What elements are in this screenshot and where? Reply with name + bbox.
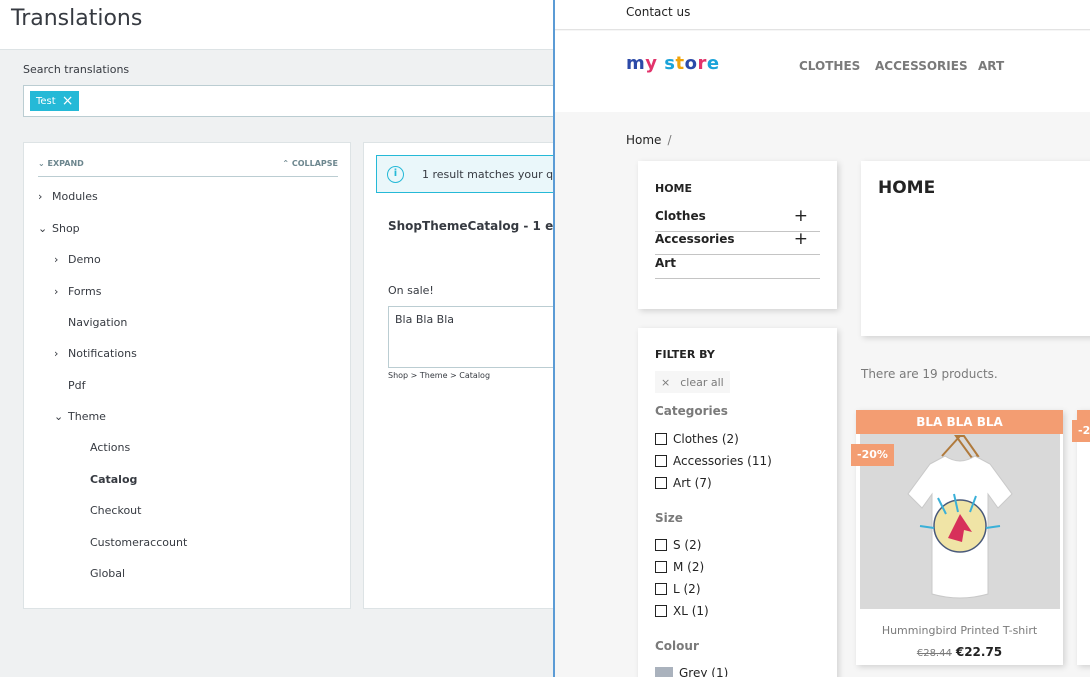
- search-input[interactable]: Test ×: [23, 85, 555, 117]
- checkbox[interactable]: [655, 455, 667, 467]
- info-alert: i 1 result matches your query: [376, 155, 555, 193]
- facet-option[interactable]: M (2): [655, 560, 704, 574]
- checkbox[interactable]: [655, 605, 667, 617]
- product-card[interactable]: BLA BLA BLA -20% Hummingbird Printed T-s…: [851, 410, 1063, 665]
- search-chip[interactable]: Test ×: [30, 91, 80, 111]
- colour-swatch[interactable]: [655, 667, 673, 677]
- admin-header: Translations: [0, 0, 555, 50]
- tree-item-global[interactable]: Global: [90, 567, 125, 580]
- facet-option[interactable]: XL (1): [655, 604, 709, 618]
- current-price: €22.75: [955, 645, 1003, 659]
- tree-item-catalog[interactable]: Catalog: [90, 473, 137, 486]
- translation-tree: ⌄ EXPAND ⌃ COLLAPSE › Modules ⌄ Shop › Demo…: [23, 142, 351, 609]
- chevron-right-icon: ›: [54, 285, 59, 298]
- translation-content: i 1 result matches your query ShopThemeC…: [363, 142, 555, 609]
- breadcrumb-home[interactable]: Home: [626, 133, 661, 147]
- chevron-down-icon: ⌄: [54, 410, 64, 423]
- category-header: HOME: [861, 161, 1090, 336]
- filter-title: FILTER BY: [655, 348, 715, 361]
- category-art[interactable]: Art: [655, 256, 820, 279]
- shop-logo[interactable]: my store: [626, 53, 720, 74]
- checkbox[interactable]: [655, 477, 667, 489]
- facet-option[interactable]: Grey (1): [655, 666, 728, 677]
- old-price: €28.44: [916, 648, 952, 659]
- tree-item-navigation[interactable]: Navigation: [54, 316, 127, 329]
- discount-flag: -20%: [851, 444, 894, 466]
- info-text: 1 result matches your query: [422, 168, 555, 181]
- nav-art[interactable]: ART: [978, 59, 1004, 73]
- plus-icon[interactable]: +: [794, 229, 808, 249]
- domain-title: ShopThemeCatalog - 1 expression: [388, 219, 555, 233]
- facet-colour-title: Colour: [655, 639, 699, 653]
- field-label: On sale!: [388, 284, 434, 297]
- category-title: HOME: [878, 178, 936, 198]
- expand-button[interactable]: ⌄ EXPAND: [38, 159, 84, 168]
- discount-flag: -20%: [1072, 420, 1090, 442]
- facet-option[interactable]: Accessories (11): [655, 454, 772, 468]
- chevron-right-icon: ›: [54, 347, 59, 360]
- facet-categories-title: Categories: [655, 404, 728, 418]
- chevron-right-icon: ›: [54, 253, 59, 266]
- chevron-down-icon: ⌄: [38, 159, 45, 168]
- category-accessories[interactable]: Accessories +: [655, 229, 820, 255]
- close-icon: ×: [661, 375, 671, 389]
- chevron-right-icon: ›: [38, 190, 43, 203]
- tree-item-forms[interactable]: › Forms: [54, 285, 101, 298]
- chevron-up-icon: ⌃: [282, 159, 290, 168]
- breadcrumb: Home /: [626, 133, 672, 147]
- tree-item-pdf[interactable]: Pdf: [54, 379, 86, 392]
- product-card[interactable]: -20%: [1072, 410, 1090, 665]
- info-icon: i: [387, 166, 404, 183]
- tree-item-notifications[interactable]: › Notifications: [54, 347, 137, 360]
- search-label: Search translations: [23, 63, 130, 76]
- category-tree: HOME Clothes + Accessories + Art: [638, 161, 837, 309]
- facet-option[interactable]: Art (7): [655, 476, 712, 490]
- facet-option[interactable]: S (2): [655, 538, 701, 552]
- page-title: Translations: [11, 6, 143, 31]
- category-tree-title: HOME: [655, 182, 693, 195]
- field-path: Shop > Theme > Catalog: [388, 371, 491, 380]
- nav-clothes[interactable]: CLOTHES: [799, 59, 860, 73]
- products-count: There are 19 products.: [861, 367, 998, 381]
- shop-header: my store CLOTHES ACCESSORIES ART: [555, 31, 1090, 112]
- facet-option[interactable]: Clothes (2): [655, 432, 739, 446]
- on-sale-flag: BLA BLA BLA: [856, 410, 1063, 434]
- shop-preview: Contact us my store CLOTHES ACCESSORIES …: [553, 0, 1090, 677]
- search-chip-label: Test: [36, 95, 56, 107]
- tree-item-shop[interactable]: ⌄ Shop: [38, 222, 80, 235]
- product-name[interactable]: Hummingbird Printed T-shirt: [856, 624, 1063, 637]
- admin-panel: Translations Search translations Test × …: [0, 0, 555, 677]
- tree-toolbar: ⌄ EXPAND ⌃ COLLAPSE: [38, 159, 338, 177]
- facet-filters: FILTER BY × clear all Categories Clothes …: [638, 328, 837, 677]
- collapse-button[interactable]: ⌃ COLLAPSE: [282, 159, 338, 168]
- tree-item-demo[interactable]: › Demo: [54, 253, 101, 266]
- tree-item-customeraccount[interactable]: Customeraccount: [90, 536, 187, 549]
- nav-accessories[interactable]: ACCESSORIES: [875, 59, 968, 73]
- close-icon[interactable]: ×: [62, 94, 74, 108]
- checkbox[interactable]: [655, 433, 667, 445]
- clear-all-button[interactable]: × clear all: [655, 371, 730, 393]
- tree-item-checkout[interactable]: Checkout: [90, 504, 141, 517]
- translation-textarea[interactable]: Bla Bla Bla: [388, 306, 555, 368]
- tree-item-actions[interactable]: Actions: [90, 441, 130, 454]
- shop-topbar: Contact us: [555, 0, 1090, 30]
- facet-option[interactable]: L (2): [655, 582, 701, 596]
- tree-item-modules[interactable]: › Modules: [38, 190, 98, 203]
- checkbox[interactable]: [655, 561, 667, 573]
- contact-link[interactable]: Contact us: [626, 5, 690, 19]
- tree-item-theme[interactable]: ⌄ Theme: [54, 410, 106, 423]
- plus-icon[interactable]: +: [794, 206, 808, 226]
- product-price: €28.44 €22.75: [856, 645, 1063, 659]
- checkbox[interactable]: [655, 583, 667, 595]
- checkbox[interactable]: [655, 539, 667, 551]
- chevron-down-icon: ⌄: [38, 222, 48, 235]
- facet-size-title: Size: [655, 511, 683, 525]
